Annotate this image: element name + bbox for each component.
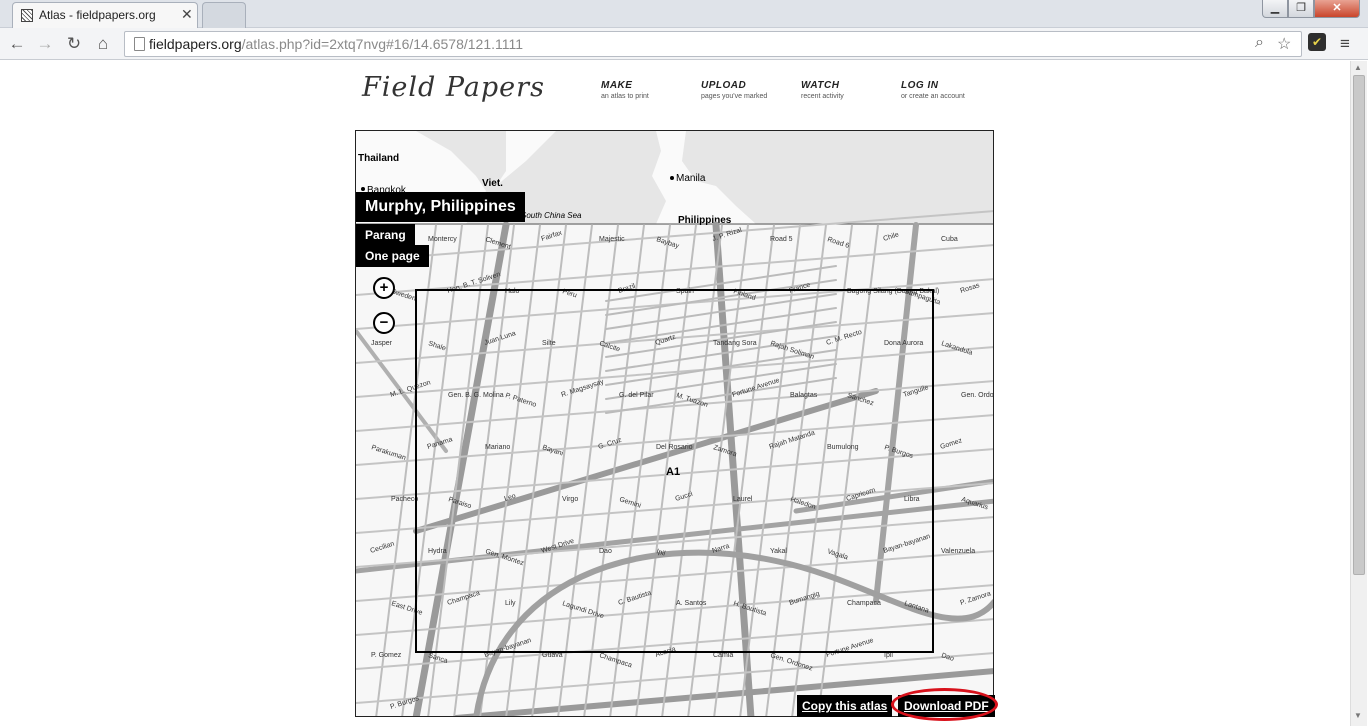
street-label: Libra (904, 496, 920, 503)
atlas-page-count: One page (356, 245, 429, 267)
window-maximize-button[interactable]: ❐ (1288, 0, 1314, 18)
street-label: Jasper (371, 340, 393, 347)
zoom-in-button[interactable]: + (373, 277, 395, 299)
street-label: Mariano (485, 444, 510, 451)
window-minimize-button[interactable]: ▁ (1262, 0, 1288, 18)
extension-icon[interactable]: ✔ (1308, 33, 1326, 51)
tab-atlas[interactable]: Atlas - fieldpapers.org ✕ (12, 2, 198, 28)
nav-make[interactable]: MAKE an atlas to print (601, 80, 649, 100)
download-pdf-highlight-ring (891, 688, 998, 721)
nav-upload[interactable]: UPLOAD pages you've marked (701, 80, 767, 100)
overview-label-thailand: Thailand (358, 153, 399, 164)
page-scrollbar[interactable]: ▲ ▼ (1350, 61, 1367, 726)
street-label: Pacheco (391, 496, 418, 503)
street-label: Gen. B. G. Molina (448, 392, 504, 399)
scroll-down-icon[interactable]: ▼ (1354, 711, 1362, 720)
browser-toolbar: ← → ↻ ⌂ fieldpapers.org/atlas.php?id=2xt… (0, 28, 1368, 60)
street-label: A. Santos (676, 600, 707, 607)
nav-upload-subtitle: pages you've marked (701, 93, 768, 100)
browser-tab-strip: Atlas - fieldpapers.org ✕ ▁ ❐ ✕ (0, 0, 1368, 28)
street-label: Virgo (562, 496, 578, 503)
street-label: Cuba (941, 236, 958, 243)
street-label: Dona Aurora (884, 340, 923, 347)
scroll-up-icon[interactable]: ▲ (1354, 63, 1362, 72)
scrollbar-thumb[interactable] (1353, 75, 1365, 575)
atlas-map[interactable]: Thailand Bangkok Viet. Manila South Chin… (355, 130, 994, 717)
street-label: Valenzuela (941, 548, 975, 555)
reload-icon[interactable]: ↻ (62, 32, 86, 56)
url-domain: fieldpapers.org (149, 36, 242, 52)
url-path: /atlas.php?id=2xtq7nvg#16/14.6578/121.11… (241, 36, 524, 52)
zoom-out-button[interactable]: − (373, 312, 395, 334)
nav-login[interactable]: LOG IN or create an account (901, 80, 965, 100)
home-icon[interactable]: ⌂ (91, 32, 115, 56)
nav-make-subtitle: an atlas to print (601, 93, 649, 100)
street-label: Laurel (733, 496, 753, 503)
street-label: Hydra (428, 548, 447, 555)
bookmark-star-icon[interactable]: ☆ (1277, 34, 1291, 54)
bangkok-marker (361, 187, 365, 191)
street-label: Silte (542, 340, 556, 347)
overview-label-south-china-sea: South China Sea (521, 211, 582, 220)
copy-atlas-button[interactable]: Copy this atlas (797, 695, 893, 717)
nav-watch-subtitle: recent activity (801, 93, 844, 100)
street-label: Gen. Ordonez (961, 392, 994, 399)
street-label: Lily (505, 600, 516, 607)
street-label: Guava (542, 652, 563, 659)
nav-upload-title[interactable]: UPLOAD (701, 80, 767, 91)
street-label: Del Rosario (656, 444, 693, 451)
page-icon (134, 37, 145, 51)
street-label: Bumulong (827, 444, 859, 451)
browser-menu-icon[interactable]: ≡ (1340, 34, 1350, 54)
forward-arrow-icon[interactable]: → (33, 32, 57, 56)
overview-label-philippines: Philippines (678, 215, 732, 226)
overview-label-manila: Manila (676, 173, 706, 184)
tab-title: Atlas - fieldpapers.org (39, 8, 156, 22)
street-label: Dao (599, 548, 612, 555)
street-label: G. del Pilar (619, 392, 654, 399)
nav-login-subtitle[interactable]: or create an account (901, 93, 965, 100)
manila-marker (670, 176, 674, 180)
street-label: Majestic (599, 236, 625, 243)
street-label: Camia (713, 652, 733, 659)
street-label: Balagtas (790, 392, 818, 399)
street-label: Road 5 (770, 236, 793, 243)
nav-watch-title[interactable]: WATCH (801, 80, 844, 91)
fieldpapers-favicon-icon (21, 9, 33, 22)
street-label: P. Gomez (371, 652, 402, 659)
search-icon[interactable]: ⌕ (1255, 34, 1264, 52)
atlas-title: Murphy, Philippines (356, 192, 525, 222)
atlas-subtitle: Parang (356, 224, 415, 246)
street-label: Montercy (428, 236, 457, 243)
field-papers-logo[interactable]: Field Papers (362, 72, 545, 103)
street-label: Ipil (884, 652, 893, 659)
street-label: Champaca (847, 600, 881, 607)
address-bar[interactable]: fieldpapers.org/atlas.php?id=2xtq7nvg#16… (124, 31, 1302, 57)
window-close-button[interactable]: ✕ (1314, 0, 1360, 18)
nav-watch[interactable]: WATCH recent activity (801, 80, 844, 100)
page-label-a1: A1 (666, 466, 680, 478)
overview-label-vietnam: Viet. (482, 178, 503, 189)
nav-login-title[interactable]: LOG IN (901, 80, 965, 91)
new-tab-button[interactable] (202, 2, 246, 28)
street-label: Tandang Sora (713, 340, 757, 347)
back-arrow-icon[interactable]: ← (5, 32, 29, 56)
street-label: Yakal (770, 548, 787, 555)
tab-close-icon[interactable]: ✕ (181, 6, 193, 23)
url-text[interactable]: fieldpapers.org/atlas.php?id=2xtq7nvg#16… (149, 36, 523, 52)
nav-make-title[interactable]: MAKE (601, 80, 649, 91)
